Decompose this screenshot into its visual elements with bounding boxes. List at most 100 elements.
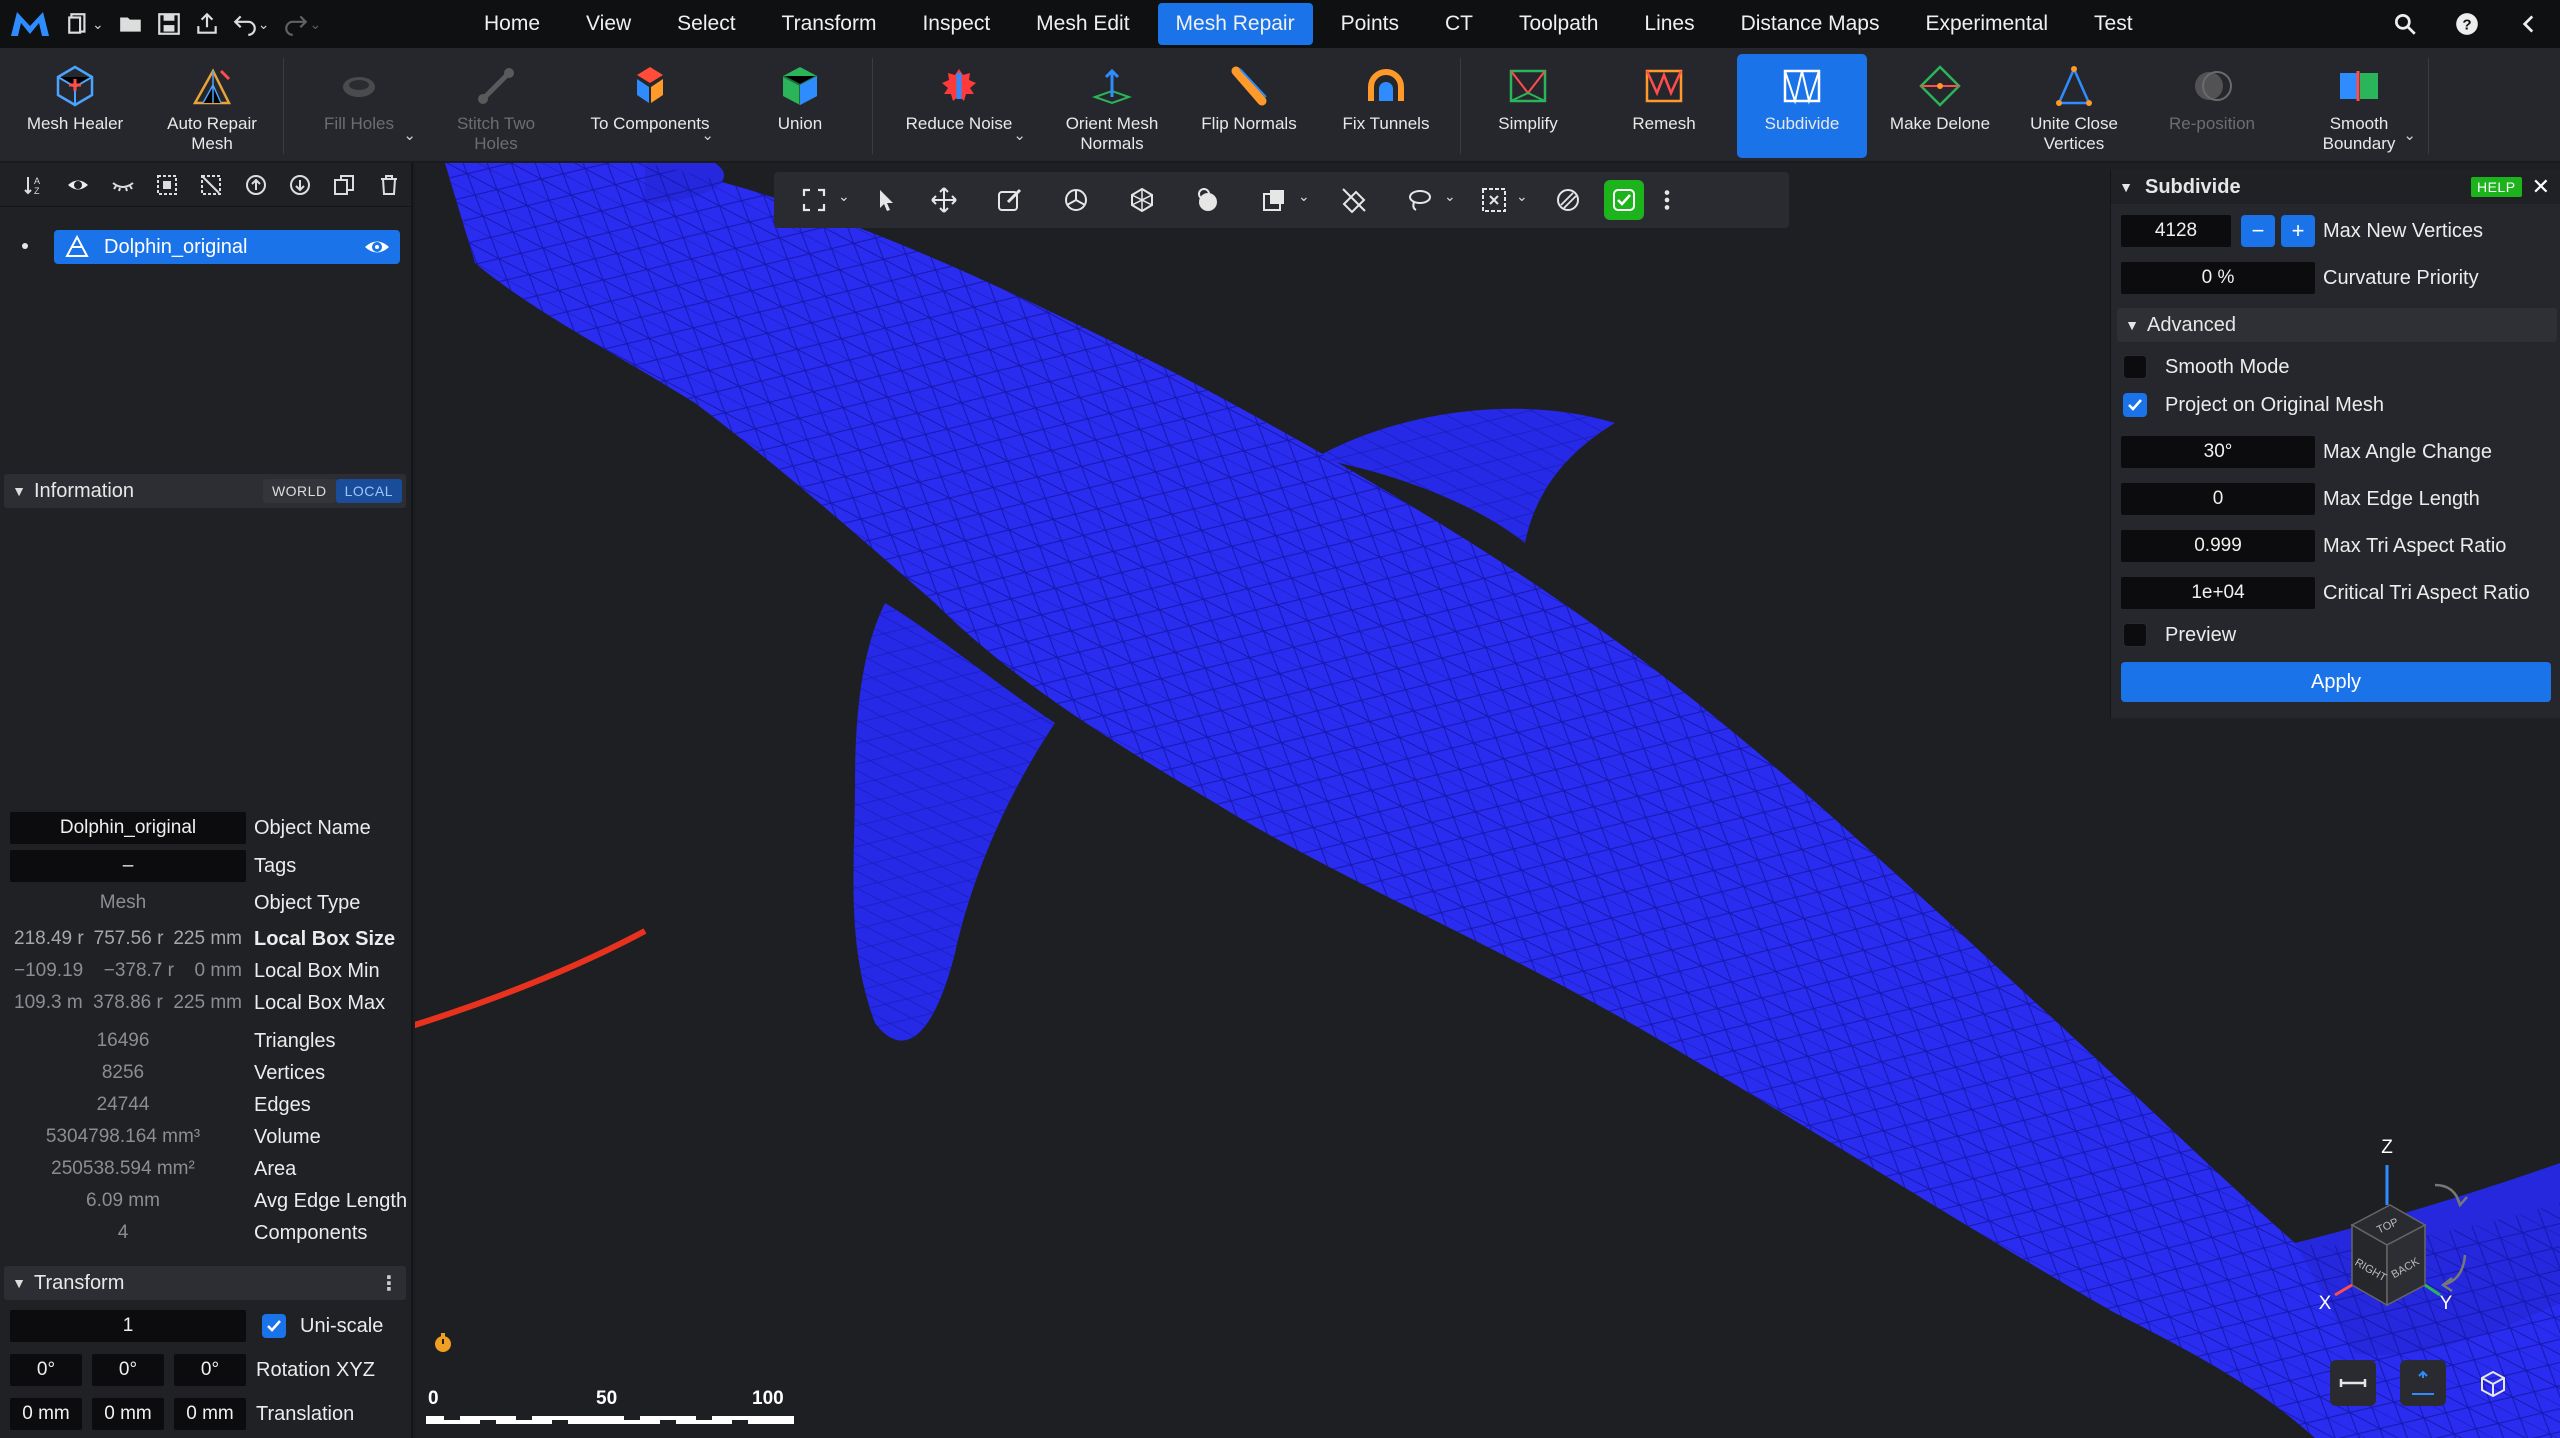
advanced-header[interactable]: ▼ Advanced (2117, 308, 2557, 342)
mesh-healer-button[interactable]: Mesh Healer (10, 54, 140, 158)
max-angle-field[interactable]: 30° (2121, 436, 2315, 468)
chevron-down-icon[interactable]: ⌄ (1013, 126, 1026, 144)
to-components-button[interactable]: To Components ⌄ (580, 54, 720, 158)
max-tri-aspect-field[interactable]: 0.999 (2121, 530, 2315, 562)
apply-button[interactable]: Apply (2121, 662, 2551, 702)
measure-icon[interactable] (1548, 180, 1588, 220)
flip-normals-button[interactable]: Flip Normals (1190, 54, 1308, 158)
chevron-down-icon[interactable]: ▼ (2111, 179, 2141, 195)
timer-icon[interactable] (431, 1331, 455, 1355)
max-edge-length-field[interactable]: 0 (2121, 483, 2315, 515)
select-all-icon[interactable] (145, 163, 189, 207)
menu-tab-points[interactable]: Points (1323, 3, 1417, 45)
projection-icon[interactable] (2470, 1360, 2516, 1406)
clipping-icon[interactable] (1254, 180, 1294, 220)
visibility-eye-icon[interactable] (362, 232, 392, 262)
menu-tab-view[interactable]: View (568, 3, 649, 45)
select-tool-icon[interactable] (866, 180, 906, 220)
menu-tab-toolpath[interactable]: Toolpath (1501, 3, 1616, 45)
hide-all-icon[interactable] (101, 163, 145, 207)
max-new-vertices-field[interactable]: 4128 (2121, 215, 2231, 247)
subdivide-button[interactable]: Subdivide (1737, 54, 1867, 158)
rotate-ccw-icon[interactable] (2440, 1254, 2467, 1293)
re-position-button[interactable]: Re-position (2156, 54, 2268, 158)
translation-z-field[interactable]: 0 mm (174, 1398, 246, 1430)
fit-view-icon[interactable] (794, 180, 834, 220)
help-button[interactable]: HELP (2470, 177, 2522, 197)
menu-tab-transform[interactable]: Transform (764, 3, 895, 45)
menu-tab-inspect[interactable]: Inspect (904, 3, 1008, 45)
simplify-button[interactable]: Simplify (1474, 54, 1582, 158)
smooth-boundary-button[interactable]: Smooth Boundary ⌄ (2296, 54, 2422, 158)
view-cube[interactable]: TOP RIGHT BACK Z X Y (2315, 1125, 2545, 1335)
scale-field[interactable]: 1 (10, 1310, 246, 1342)
chevron-down-icon[interactable]: ⌄ (2403, 126, 2416, 144)
information-header[interactable]: ▼ Information WORLD LOCAL (4, 474, 406, 508)
scene-item-dolphin[interactable]: Dolphin_original (54, 230, 400, 264)
preview-checkbox[interactable] (2123, 623, 2147, 647)
auto-repair-mesh-button[interactable]: Auto Repair Mesh (152, 54, 272, 158)
project-checkbox[interactable] (2123, 393, 2147, 417)
critical-tri-aspect-field[interactable]: 1e+04 (2121, 577, 2315, 609)
rotation-z-field[interactable]: 0° (174, 1354, 246, 1386)
menu-tab-lines[interactable]: Lines (1626, 3, 1712, 45)
chevron-down-icon[interactable]: ⌄ (1444, 188, 1456, 205)
app-logo-icon[interactable] (0, 0, 60, 48)
chevron-down-icon[interactable]: ⌄ (1516, 188, 1528, 205)
menu-tab-mesh-repair[interactable]: Mesh Repair (1157, 3, 1313, 45)
orbit-icon[interactable] (1056, 180, 1096, 220)
fix-tunnels-button[interactable]: Fix Tunnels (1328, 54, 1444, 158)
search-icon[interactable] (2374, 0, 2436, 48)
move-up-icon[interactable] (234, 163, 278, 207)
object-name-field[interactable]: Dolphin_original (10, 812, 246, 844)
tags-field[interactable]: – (10, 850, 246, 882)
translation-y-field[interactable]: 0 mm (92, 1398, 164, 1430)
translation-x-field[interactable]: 0 mm (10, 1398, 82, 1430)
camera-home-icon[interactable] (2400, 1360, 2446, 1406)
local-toggle[interactable]: LOCAL (335, 479, 402, 503)
reduce-noise-button[interactable]: Reduce Noise ⌄ (886, 54, 1032, 158)
chevron-down-icon[interactable]: ⌄ (92, 16, 104, 33)
mesh-view-icon[interactable] (1122, 180, 1162, 220)
deselect-all-icon[interactable] (189, 163, 233, 207)
coordinate-toggle[interactable]: WORLD LOCAL (262, 479, 402, 503)
increment-button[interactable]: + (2281, 215, 2315, 247)
menu-tab-distance-maps[interactable]: Distance Maps (1723, 3, 1898, 45)
chevron-down-icon[interactable]: ⌄ (309, 16, 321, 33)
close-icon[interactable]: ✕ (2532, 174, 2550, 200)
menu-tab-test[interactable]: Test (2076, 3, 2151, 45)
menu-tab-experimental[interactable]: Experimental (1907, 3, 2066, 45)
menu-tab-ct[interactable]: CT (1427, 3, 1491, 45)
ruler-icon[interactable] (2330, 1360, 2376, 1406)
remesh-button[interactable]: Remesh (1610, 54, 1718, 158)
lasso-icon[interactable] (1400, 180, 1440, 220)
stitch-two-holes-button[interactable]: Stitch Two Holes (436, 54, 556, 158)
rotation-y-field[interactable]: 0° (92, 1354, 164, 1386)
fill-holes-button[interactable]: Fill Holes ⌄ (296, 54, 422, 158)
collapse-panel-icon[interactable] (2498, 0, 2560, 48)
transform-header[interactable]: ▼ Transform ⋮ (4, 1266, 406, 1300)
shading-icon[interactable] (1188, 180, 1228, 220)
edit-view-icon[interactable] (990, 180, 1030, 220)
menu-tab-home[interactable]: Home (466, 3, 558, 45)
delete-icon[interactable] (367, 163, 411, 207)
chevron-down-icon[interactable]: ⌄ (1298, 188, 1310, 205)
export-icon[interactable] (188, 0, 226, 48)
uniscale-checkbox[interactable] (262, 1314, 286, 1338)
move-down-icon[interactable] (278, 163, 322, 207)
make-delone-button[interactable]: Make Delone (1880, 54, 2000, 158)
rotation-x-field[interactable]: 0° (10, 1354, 82, 1386)
chevron-down-icon[interactable]: ⌄ (258, 16, 270, 33)
orient-mesh-normals-button[interactable]: Orient Mesh Normals (1048, 54, 1176, 158)
smooth-mode-checkbox[interactable] (2123, 355, 2147, 379)
chevron-down-icon[interactable]: ⌄ (403, 126, 416, 144)
menu-tab-mesh-edit[interactable]: Mesh Edit (1018, 3, 1147, 45)
toggle-active-icon[interactable] (1604, 180, 1644, 220)
menu-tab-select[interactable]: Select (659, 3, 753, 45)
rotate-cw-icon[interactable] (2434, 1183, 2468, 1208)
hide-faces-icon[interactable] (1334, 180, 1374, 220)
unite-close-vertices-button[interactable]: Unite Close Vertices (2018, 54, 2130, 158)
chevron-down-icon[interactable]: ⌄ (701, 126, 714, 144)
save-icon[interactable] (150, 0, 188, 48)
world-toggle[interactable]: WORLD (262, 479, 336, 503)
